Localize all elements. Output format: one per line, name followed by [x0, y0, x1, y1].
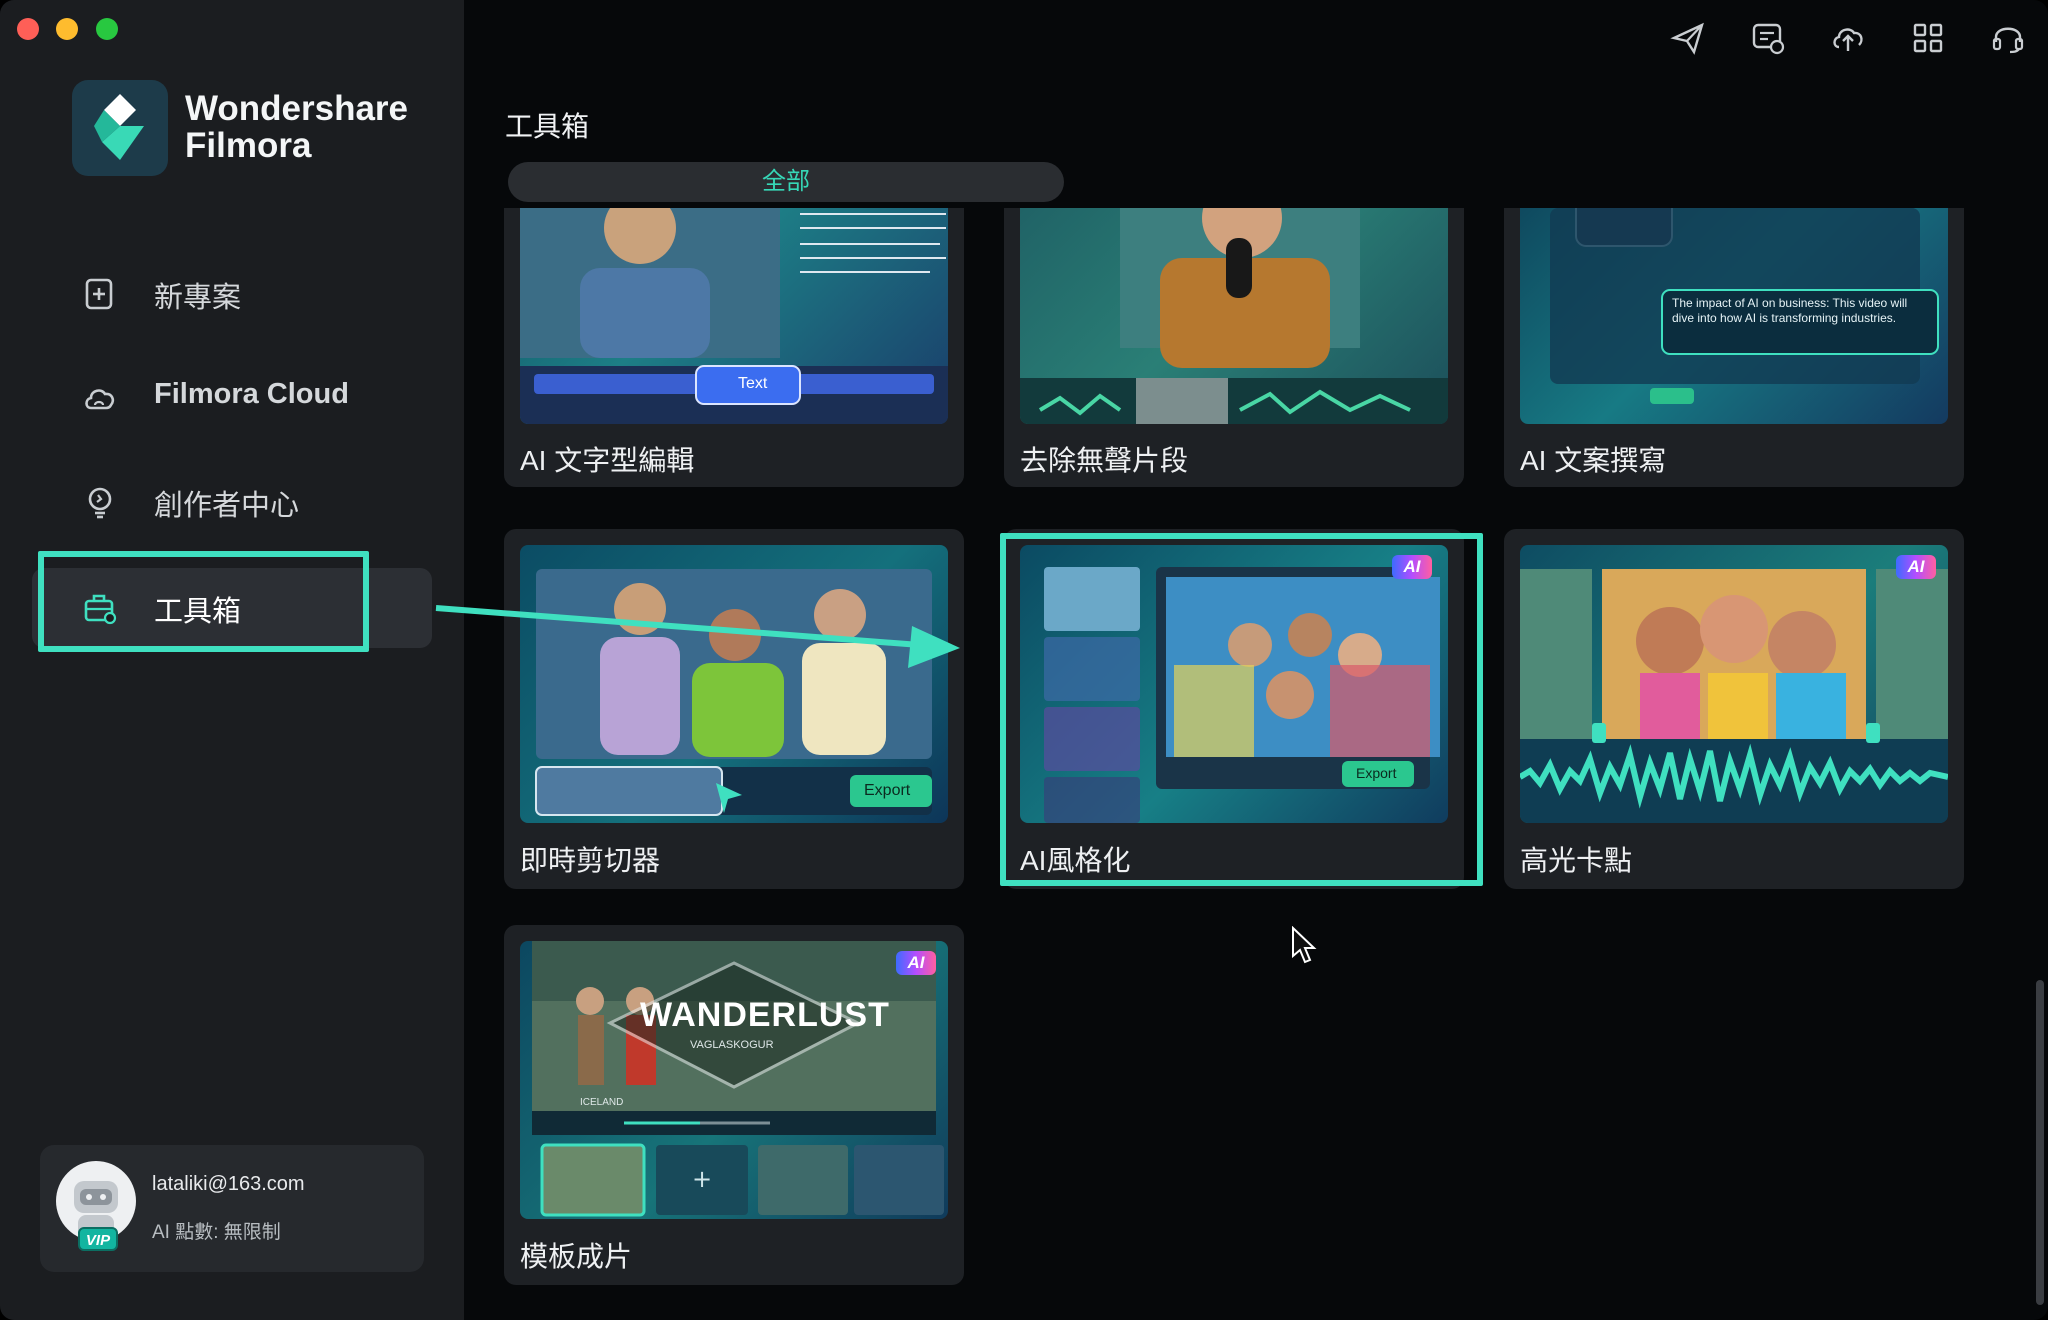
highlight-ai-stylize-annotation [1000, 533, 1483, 886]
card-thumbnail: Text [520, 208, 948, 424]
thumb-tag: ICELAND [580, 1097, 624, 1108]
main-scrollbar[interactable] [2036, 980, 2044, 1305]
ai-badge: AI [896, 951, 936, 975]
minimize-window-button[interactable] [56, 18, 78, 40]
svg-text:+: + [692, 1165, 712, 1193]
card-thumbnail: The impact of AI on business: This video… [1520, 208, 1948, 424]
message-icon[interactable] [1750, 20, 1786, 56]
page-title: 工具箱 [505, 111, 590, 142]
card-label: 即時剪切器 [520, 845, 661, 876]
thumb-text-callout: The impact of AI on business: This video… [1672, 296, 1908, 325]
card-label: AI 文案撰寫 [1520, 445, 1667, 476]
card-thumbnail [1020, 208, 1448, 424]
card-thumbnail: AI [1520, 545, 1948, 823]
card-label: 去除無聲片段 [1020, 445, 1189, 476]
headset-icon[interactable] [1990, 20, 2026, 56]
annotation-arrow-icon [435, 605, 960, 668]
app-window: Wondershare Filmora 新專案 Filmora Cloud 創作… [0, 0, 2048, 1320]
thumb-title: WANDERLUST [640, 996, 890, 1034]
tool-card-remove-silence[interactable]: 去除無聲片段 [1004, 208, 1464, 487]
tool-grid: Text AI 文字型編輯 去除無聲片段 The impact of AI on… [0, 208, 2048, 1320]
ai-badge: AI [1896, 555, 1936, 579]
close-window-button[interactable] [17, 18, 39, 40]
card-label: AI 文字型編輯 [520, 445, 695, 476]
app-brand: Wondershare Filmora [185, 90, 408, 164]
filmora-logo-icon [72, 80, 168, 176]
mouse-cursor-icon [1292, 926, 1317, 964]
tool-card-highlight-beat-sync[interactable]: AI 高光卡點 [1504, 529, 1964, 889]
card-label: 高光卡點 [1520, 845, 1633, 876]
card-label: 模板成片 [520, 1241, 633, 1272]
grid-icon[interactable] [1910, 20, 1946, 56]
thumb-text-chip: Text [738, 375, 768, 392]
tool-card-instant-cutter[interactable]: Export 即時剪切器 [504, 529, 964, 889]
card-thumbnail: Export [520, 545, 948, 823]
tab-all[interactable]: 全部 [508, 162, 1064, 202]
thumb-export-button: Export [864, 782, 911, 799]
tool-card-ai-copywriting[interactable]: The impact of AI on business: This video… [1504, 208, 1964, 487]
thumb-subtitle: VAGLASKOGUR [690, 1039, 774, 1051]
tool-card-template[interactable]: + WANDERLUST VAGLASKOGUR ICELAND AI 模板成片 [504, 925, 964, 1285]
cloud-upload-icon[interactable] [1830, 20, 1866, 56]
brand-line-2: Filmora [185, 126, 312, 165]
card-thumbnail: + WANDERLUST VAGLASKOGUR ICELAND AI [520, 941, 948, 1219]
tool-card-ai-text-editing[interactable]: Text AI 文字型編輯 [504, 208, 964, 487]
brand-line-1: Wondershare [185, 89, 409, 128]
maximize-window-button[interactable] [96, 18, 118, 40]
send-icon[interactable] [1670, 20, 1706, 56]
